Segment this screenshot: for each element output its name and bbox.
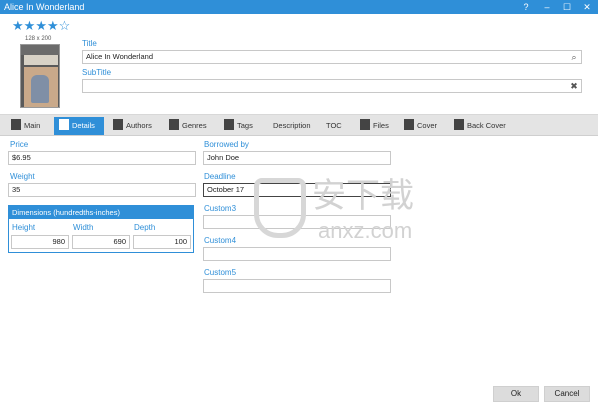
deadline-label: Deadline [204, 172, 236, 181]
help-button[interactable]: ? [517, 0, 535, 14]
watermark: 安下载 anxz.com [254, 174, 414, 250]
tab-label: Cover [417, 121, 438, 130]
files-icon [360, 119, 370, 130]
window-title: Alice In Wonderland [4, 2, 85, 12]
tab-label: TOC [326, 121, 342, 130]
tab-tags[interactable]: Tags [221, 117, 263, 135]
watermark-text: 安下载 [312, 176, 414, 216]
tab-label: Main [24, 121, 41, 130]
watermark-shield-icon [254, 178, 306, 238]
tab-cover[interactable]: Cover [401, 117, 443, 135]
tab-back-cover[interactable]: Back Cover [451, 117, 511, 135]
close-button[interactable]: ✕ [578, 0, 596, 14]
tab-label: Genres [182, 121, 207, 130]
title-input[interactable]: Alice In Wonderland [82, 50, 582, 64]
tab-authors[interactable]: Authors [110, 117, 160, 135]
width-label: Width [73, 223, 94, 232]
minimize-button[interactable]: – [538, 0, 556, 14]
authors-icon [113, 119, 123, 130]
subtitle-label: SubTitle [82, 68, 112, 77]
tab-details[interactable]: Details [54, 117, 104, 135]
price-label: Price [10, 140, 29, 149]
dimensions-panel: Dimensions (hundredths-inches) Height 98… [8, 205, 194, 253]
search-icon[interactable]: ⌕ [569, 52, 579, 62]
tab-description[interactable]: Description [270, 117, 316, 135]
watermark-domain: anxz.com [318, 218, 413, 243]
cover-size-label: 128 x 200 [25, 36, 52, 42]
star-icon[interactable]: ★ [12, 19, 24, 33]
cover-icon [404, 119, 414, 130]
tab-label: Authors [126, 121, 152, 130]
tab-label: Details [72, 121, 95, 130]
star-icon[interactable]: ★ [24, 19, 36, 33]
pin-icon[interactable]: ✖ [569, 81, 579, 91]
tab-label: Back Cover [467, 121, 506, 130]
cover-top-band [21, 45, 59, 55]
title-bar: Alice In Wonderland ? – ☐ ✕ [0, 0, 598, 14]
custom4-label: Custom4 [204, 236, 237, 245]
height-input[interactable]: 980 [11, 235, 69, 249]
details-icon [59, 119, 69, 130]
width-input[interactable]: 690 [72, 235, 130, 249]
subtitle-input[interactable] [82, 79, 582, 93]
cover-figure [31, 75, 49, 103]
price-input[interactable]: $6.95 [8, 151, 196, 165]
cover-title-band [24, 55, 58, 65]
maximize-button[interactable]: ☐ [558, 0, 576, 14]
depth-input[interactable]: 100 [133, 235, 191, 249]
custom5-input[interactable] [203, 279, 391, 293]
main-icon [11, 119, 21, 130]
borrowed-by-input[interactable]: John Doe [203, 151, 391, 165]
height-label: Height [12, 223, 36, 232]
cancel-button[interactable]: Cancel [544, 386, 590, 402]
tab-main[interactable]: Main [8, 117, 50, 135]
star-empty-icon[interactable]: ☆ [59, 19, 71, 33]
tab-genres[interactable]: Genres [166, 117, 216, 135]
tab-files[interactable]: Files [357, 117, 393, 135]
ok-button[interactable]: Ok [493, 386, 539, 402]
cover-thumbnail[interactable] [20, 44, 60, 108]
back-cover-icon [454, 119, 464, 130]
tags-icon [224, 119, 234, 130]
title-label: Title [82, 39, 97, 48]
tab-label: Tags [237, 121, 253, 130]
star-icon[interactable]: ★ [35, 19, 47, 33]
rating-stars[interactable]: ★★★★☆ [12, 19, 70, 33]
borrowed-by-label: Borrowed by [204, 140, 249, 149]
depth-label: Depth [134, 223, 156, 232]
tab-bar: Main Details Authors Genres Tags Descrip… [0, 114, 598, 136]
custom5-label: Custom5 [204, 268, 237, 277]
tab-toc[interactable]: TOC [325, 117, 347, 135]
tab-label: Files [373, 121, 389, 130]
weight-input[interactable]: 35 [8, 183, 196, 197]
tab-label: Description [273, 121, 311, 130]
genres-icon [169, 119, 179, 130]
custom3-label: Custom3 [204, 204, 237, 213]
weight-label: Weight [10, 172, 35, 181]
star-icon[interactable]: ★ [47, 19, 59, 33]
dimensions-title: Dimensions (hundredths-inches) [9, 206, 193, 219]
